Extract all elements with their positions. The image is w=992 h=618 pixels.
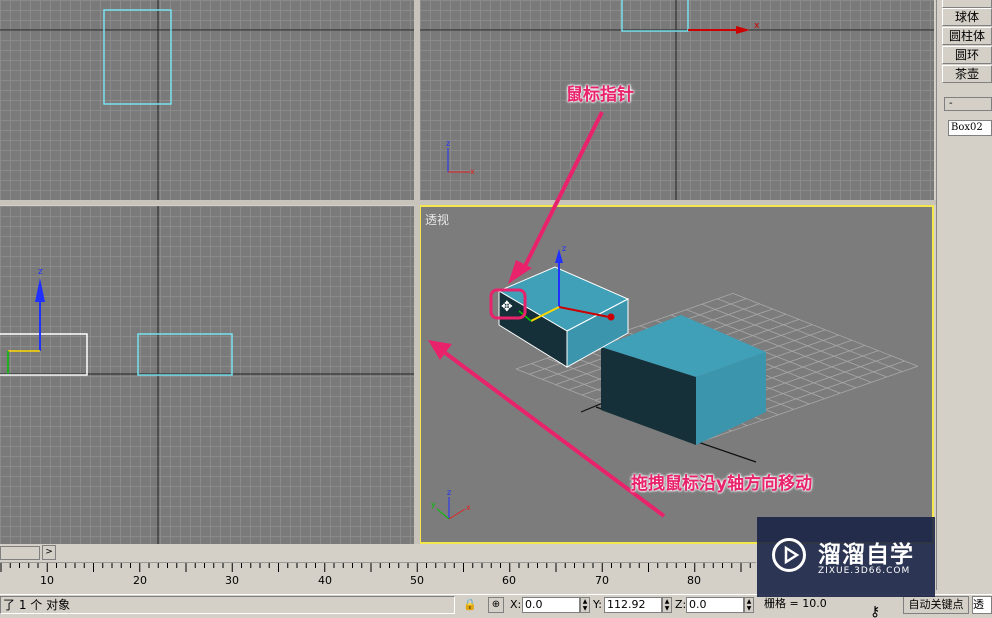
x-coord-label: X: bbox=[510, 598, 522, 611]
move-gizmo-left: z bbox=[7, 267, 45, 374]
x-axis-gizmo: x bbox=[688, 21, 760, 34]
cmd-button-sphere[interactable]: 球体 bbox=[942, 8, 992, 26]
left-viewport-canvas: z bbox=[0, 206, 414, 544]
svg-text:x: x bbox=[754, 21, 760, 31]
object-name-field[interactable]: Box02 bbox=[948, 120, 992, 136]
watermark-title: 溜溜自学 bbox=[818, 542, 914, 568]
time-slider-track[interactable] bbox=[0, 544, 756, 562]
time-slider-next-button[interactable]: > bbox=[42, 545, 56, 560]
left-viewport[interactable]: z bbox=[0, 206, 414, 544]
x-coord-field[interactable]: 0.0 bbox=[522, 597, 580, 613]
svg-text:y: y bbox=[431, 500, 436, 509]
ruler-label: 40 bbox=[318, 574, 332, 587]
ruler-label: 20 bbox=[133, 574, 147, 587]
svg-text:z: z bbox=[38, 267, 43, 277]
y-coord-field[interactable]: 112.92 bbox=[604, 597, 662, 613]
svg-text:z: z bbox=[562, 244, 566, 253]
x-spinner[interactable]: ▲ ▼ bbox=[580, 597, 590, 613]
max-window: x z x z 透视 z ✥ z x y 鼠标指针 拖拽鼠标沿y轴方向移动 球体… bbox=[0, 0, 992, 618]
viewport-selector[interactable]: 透视 bbox=[972, 596, 992, 614]
box-outline-top bbox=[103, 9, 172, 105]
move-cursor-icon: ✥ bbox=[501, 299, 513, 315]
viewport-separator-vertical[interactable] bbox=[414, 0, 420, 546]
ruler-label: 50 bbox=[410, 574, 424, 587]
z-spinner[interactable]: ▲ ▼ bbox=[744, 597, 754, 613]
cmd-button-partial[interactable] bbox=[942, 0, 992, 8]
ruler-ticks bbox=[0, 563, 751, 572]
rollout-collapse-button[interactable]: - bbox=[944, 97, 992, 111]
time-slider-thumb[interactable] bbox=[0, 546, 40, 560]
front-viewport[interactable]: x z x bbox=[420, 0, 934, 200]
box-outline-left bbox=[137, 333, 233, 376]
box-outline-selected bbox=[0, 333, 88, 376]
z-coord-field[interactable]: 0.0 bbox=[686, 597, 744, 613]
pointer-annotation: 鼠标指针 bbox=[566, 85, 634, 105]
track-bar-ruler[interactable] bbox=[0, 562, 756, 592]
absolute-mode-toggle-icon[interactable]: ⊕ bbox=[488, 597, 504, 613]
top-viewport-canvas bbox=[0, 0, 414, 200]
svg-text:z: z bbox=[447, 488, 451, 497]
axis-tripod-front: z x bbox=[446, 139, 475, 176]
z-coord-label: Z: bbox=[675, 598, 687, 611]
axis-tripod-persp: z x y bbox=[431, 488, 471, 520]
box-outline-front bbox=[621, 0, 689, 32]
cmd-button-teapot[interactable]: 茶壶 bbox=[942, 65, 992, 83]
ruler-label: 80 bbox=[687, 574, 701, 587]
svg-text:x: x bbox=[466, 503, 471, 512]
grid-size-label: 栅格 = 10.0 bbox=[764, 597, 827, 610]
command-panel bbox=[936, 0, 992, 590]
cmd-button-torus[interactable]: 圆环 bbox=[942, 46, 992, 64]
ruler-label: 70 bbox=[595, 574, 609, 587]
key-icon[interactable]: ⚷ bbox=[870, 604, 880, 618]
svg-text:z: z bbox=[446, 139, 450, 148]
watermark-play-icon bbox=[772, 538, 806, 572]
viewport-separator-horizontal[interactable] bbox=[0, 200, 936, 205]
lock-icon[interactable]: 🔒 bbox=[463, 598, 477, 612]
ruler-label: 10 bbox=[40, 574, 54, 587]
ruler-label: 60 bbox=[502, 574, 516, 587]
front-viewport-canvas: x z x bbox=[420, 0, 934, 200]
svg-text:x: x bbox=[470, 167, 475, 176]
ruler-label: 30 bbox=[225, 574, 239, 587]
watermark-subtitle: ZIXUE.3D66.COM bbox=[818, 566, 911, 576]
auto-key-button[interactable]: 自动关键点 bbox=[903, 596, 969, 614]
drag-annotation: 拖拽鼠标沿y轴方向移动 bbox=[631, 474, 813, 494]
cmd-button-cylinder[interactable]: 圆柱体 bbox=[942, 27, 992, 45]
top-viewport[interactable] bbox=[0, 0, 414, 200]
y-coord-label: Y: bbox=[593, 598, 602, 611]
selection-status: 了 1 个 对象 bbox=[0, 596, 455, 614]
y-spinner[interactable]: ▲ ▼ bbox=[662, 597, 672, 613]
